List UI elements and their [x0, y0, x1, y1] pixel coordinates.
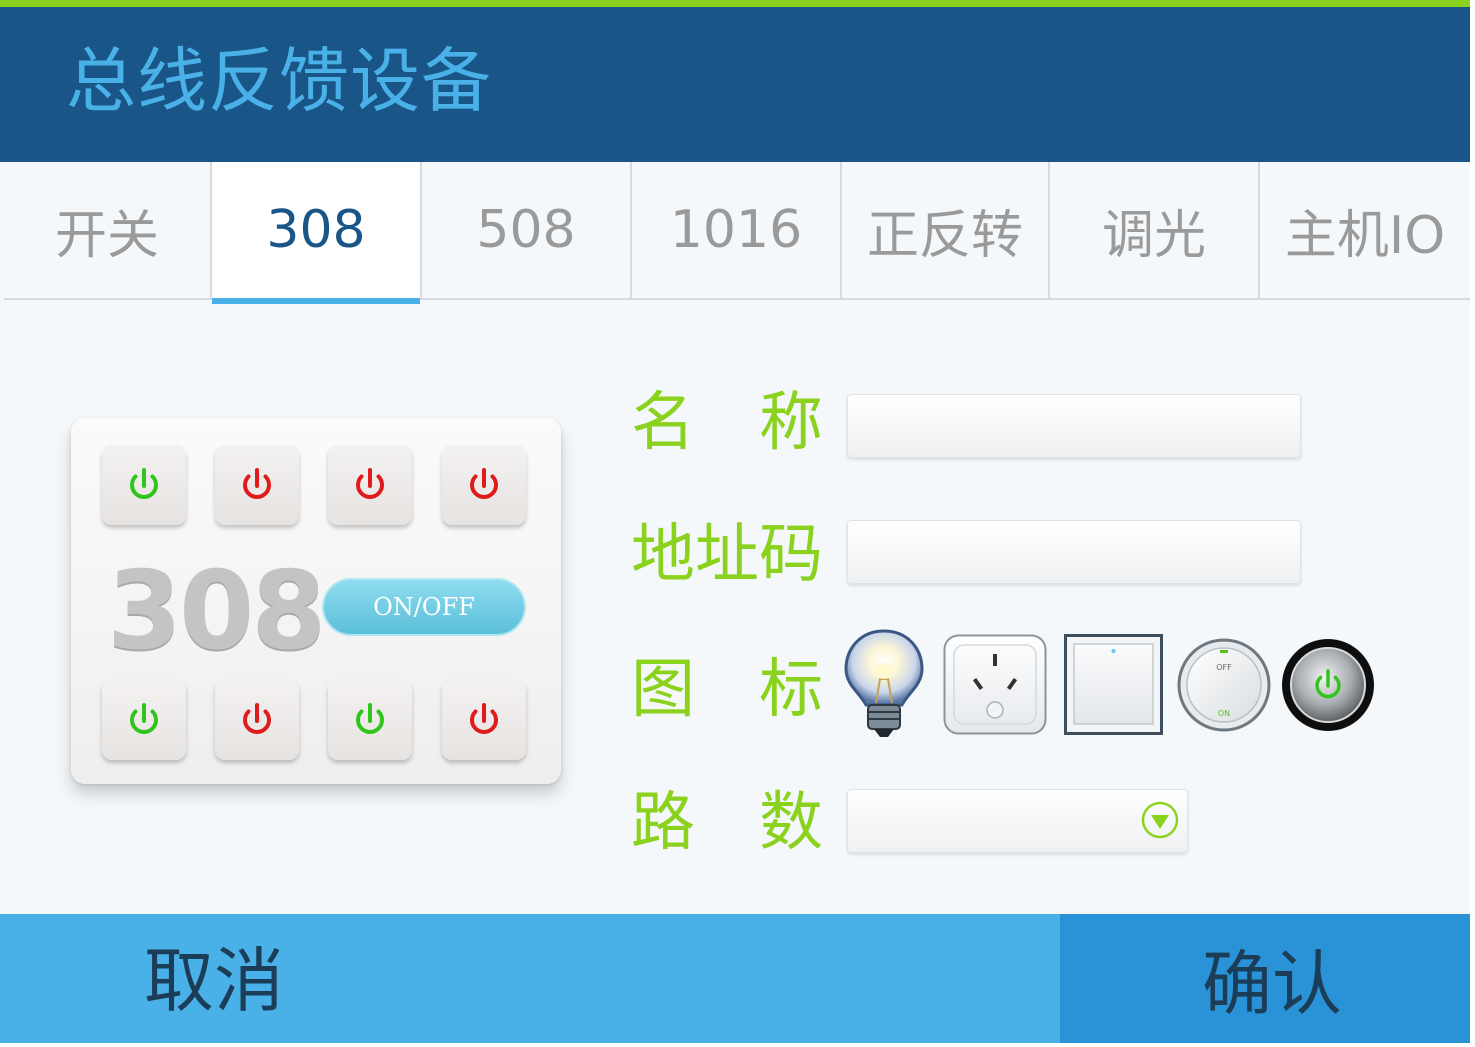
- off-on-knob-icon[interactable]: OFF ON: [1177, 638, 1271, 732]
- cancel-button[interactable]: 取消: [0, 914, 1060, 1043]
- page-title: 总线反馈设备: [66, 40, 492, 122]
- channels-select[interactable]: [847, 789, 1188, 853]
- channel-6-button[interactable]: [215, 680, 299, 760]
- channel-4-button[interactable]: [442, 445, 526, 525]
- address-label: 地址码: [631, 518, 823, 592]
- confirm-button[interactable]: 确认: [1060, 914, 1470, 1043]
- channel-5-button[interactable]: [102, 680, 186, 760]
- header-bar: 总线反馈设备: [0, 7, 1470, 162]
- device-model-number: 308: [107, 549, 326, 674]
- channel-3-button[interactable]: [328, 445, 412, 525]
- tab-bar: 开关 308 508 1016 正反转 调光 主机IO: [4, 162, 1470, 304]
- channel-8-button[interactable]: [442, 680, 526, 760]
- knob-off-text: OFF: [1216, 663, 1232, 672]
- tab-forward-reverse[interactable]: 正反转: [842, 162, 1050, 298]
- channel-1-button[interactable]: [102, 445, 186, 525]
- power-icon: [470, 468, 498, 499]
- confirm-button-label: 确认: [1202, 943, 1342, 1025]
- icon-label: 图 标: [631, 653, 823, 727]
- tab-dimming[interactable]: 调光: [1050, 162, 1260, 298]
- cancel-button-label: 取消: [144, 940, 284, 1022]
- power-icon: [243, 703, 271, 734]
- name-label: 名 称: [631, 386, 823, 460]
- light-bulb-icon[interactable]: [842, 627, 926, 739]
- footer-bar: 取消 确认: [0, 914, 1470, 1043]
- tab-switch[interactable]: 开关: [4, 162, 212, 298]
- power-icon: [130, 703, 158, 734]
- tab-host-io[interactable]: 主机IO: [1260, 162, 1470, 298]
- channel-2-button[interactable]: [215, 445, 299, 525]
- chevron-down-icon: [1141, 801, 1179, 839]
- power-icon: [356, 703, 384, 734]
- wall-switch-icon[interactable]: [1064, 634, 1163, 735]
- channels-label: 路 数: [631, 786, 823, 860]
- top-accent-line: [0, 0, 1470, 7]
- name-input[interactable]: [847, 394, 1301, 458]
- tab-1016[interactable]: 1016: [632, 162, 842, 298]
- channel-7-button[interactable]: [328, 680, 412, 760]
- power-icon: [470, 703, 498, 734]
- knob-on-text: ON: [1218, 709, 1230, 718]
- power-icon: [243, 468, 271, 499]
- power-socket-icon[interactable]: [943, 634, 1047, 735]
- tab-308[interactable]: 308: [212, 162, 422, 304]
- power-button-icon[interactable]: [1281, 638, 1375, 732]
- device-preview-panel: 308 ON/OFF: [71, 418, 561, 784]
- dialog: 总线反馈设备 开关 308 508 1016 正反转 调光 主机IO 308 O…: [0, 0, 1470, 1043]
- power-icon: [356, 468, 384, 499]
- address-input[interactable]: [847, 520, 1301, 584]
- onoff-button[interactable]: ON/OFF: [322, 578, 526, 636]
- power-icon: [130, 468, 158, 499]
- tab-508[interactable]: 508: [422, 162, 632, 298]
